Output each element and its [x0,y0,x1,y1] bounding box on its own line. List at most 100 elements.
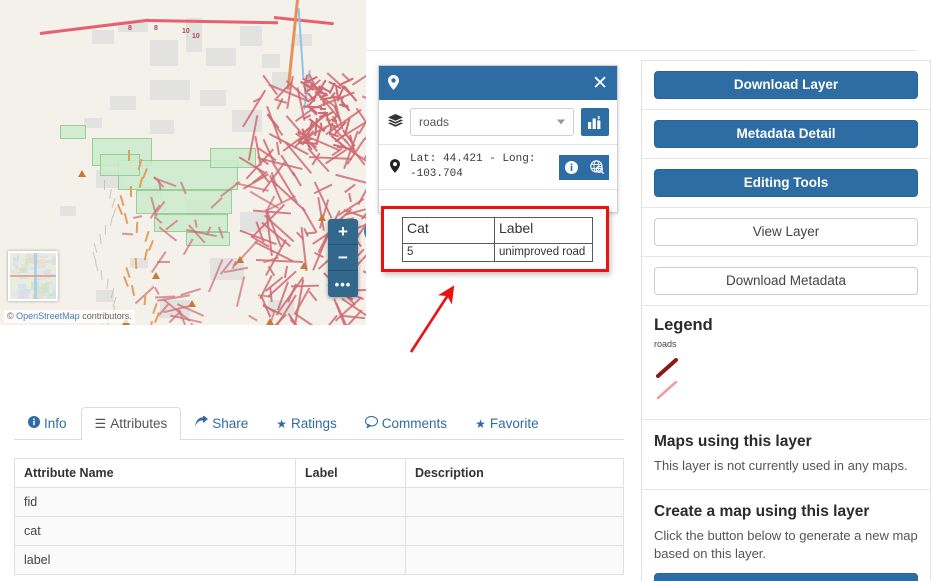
map-feature [128,150,130,161]
attributes-header-cell: Attribute Name [14,458,296,488]
minimap-block [51,298,56,299]
zoom-in-button[interactable]: + [328,219,358,245]
create-map-section: Create a map using this layer Click the … [642,490,930,581]
legend-line-swatches [656,358,678,400]
globe-search-icon-button[interactable] [584,154,609,180]
minimap-road [10,275,56,277]
peak-icon [152,272,160,279]
minimap-overview[interactable] [8,251,58,301]
sidebar-button-row: Download Layer [642,61,930,110]
peak-icon [236,256,244,263]
editing-tools-button[interactable]: Editing Tools [654,169,918,197]
map-pin-icon [388,74,399,92]
sidebar-button-row: Metadata Detail [642,110,930,159]
map-more-options-button[interactable]: ••• [328,271,358,297]
minimap-block [24,288,31,294]
attributes-cell-name: cat [14,516,296,546]
map-feature [100,154,140,176]
detail-tabs[interactable]: Info ☰ Attributes Share ★ Ratings Comments ★ Fav… [14,404,624,440]
table-row: fid [14,487,624,517]
location-pin-icon [387,158,403,176]
share-icon [195,415,209,432]
highlight-annotation-box: Cat Label 5 unimproved road [381,206,609,272]
peak-icon [188,300,196,307]
map-feature [294,34,312,46]
legend-section: Legend roads [642,306,930,420]
layers-icon [387,114,403,130]
feature-attributes-table: Cat Label 5 unimproved road [402,217,593,262]
minimap-block [53,261,56,265]
attributes-table-header: Attribute Name Label Description [14,458,624,488]
sidebar-button-row: Editing Tools [642,159,930,208]
peak-icon [78,170,86,177]
minimap-block [45,259,54,264]
map-feature [206,48,236,66]
tab-ratings[interactable]: ★ Ratings [262,407,351,440]
attribution-suffix: contributors. [82,311,132,321]
minimap-block [37,253,44,257]
create-a-map-button[interactable]: Create a Map [654,573,918,581]
highway-shield-label: 10 [182,28,190,35]
list-icon: ☰ [94,416,107,431]
minimap-block [25,259,30,266]
minimap-block [41,287,49,290]
right-sidebar: Download Layer Metadata Detail Editing Too… [641,60,931,581]
map-viewport[interactable]: 8 8 10 10 + − ••• © OpenStreetMap contribut… [0,0,366,325]
bar-chart-button[interactable] [581,108,609,136]
close-icon[interactable]: ✕ [592,74,608,93]
map-feature [200,90,226,106]
minimap-block [48,293,56,297]
minimap-block [36,258,46,269]
map-feature [84,118,102,128]
sidebar-button-row: View Layer [642,208,930,257]
attributes-cell-name: label [14,545,296,575]
map-feature [150,80,190,100]
highway-shield-label: 10 [192,33,200,40]
map-feature [60,206,76,216]
tab-info[interactable]: Info [14,407,81,440]
layer-select-value: roads [419,115,450,129]
popup-coordinates-row: Lat: 44.421 - Long: -103.704 [379,145,617,190]
minimap-block [18,290,24,299]
map-feature [156,260,170,263]
tab-attributes[interactable]: ☰ Attributes [80,407,182,440]
download-layer-button[interactable]: Download Layer [654,71,918,99]
tab-label: Info [44,416,67,431]
tab-share[interactable]: Share [181,407,262,440]
map-marker-pin[interactable] [364,222,366,249]
map-feature [60,125,86,139]
view-layer-button[interactable]: View Layer [654,218,918,246]
map-feature [150,40,178,66]
metadata-detail-button[interactable]: Metadata Detail [654,120,918,148]
map-feature-popup[interactable]: ✕ roads Lat: 44.421 - Long: -103.704 [378,65,618,213]
zoom-out-button[interactable]: − [328,245,358,271]
download-metadata-button[interactable]: Download Metadata [654,267,918,295]
create-map-title: Create a map using this layer [654,503,870,520]
attribution-copyright: © [7,311,14,321]
openstreetmap-link[interactable]: OpenStreetMap [16,311,80,321]
feature-table-header-row: Cat Label [402,217,593,244]
feature-table-cell: 5 [402,243,495,262]
map-feature [150,120,174,134]
legend-title: Legend [654,316,713,334]
layer-select[interactable]: roads [410,108,574,136]
tab-comments[interactable]: Comments [351,407,461,440]
map-feature [262,54,280,68]
highway-shield-label: 8 [128,25,132,32]
map-zoom-controls[interactable]: + − ••• [328,219,358,297]
feature-table-header-cell: Cat [402,217,495,244]
tab-label: Comments [381,416,448,431]
attributes-cell-description [405,487,624,517]
legend-swatches [654,356,918,407]
map-feature [104,180,106,190]
peak-icon [266,318,274,325]
feature-table-cell: unimproved road [494,243,593,262]
star-icon: ★ [276,417,288,431]
arrow-annotation [409,285,455,353]
info-icon-button[interactable] [559,154,584,180]
attributes-cell-label [295,516,406,546]
feature-table-header-cell: Label [494,217,593,244]
attributes-cell-label [295,545,406,575]
minimap-block [48,282,56,291]
tab-favorite[interactable]: ★ Favorite [461,407,553,440]
